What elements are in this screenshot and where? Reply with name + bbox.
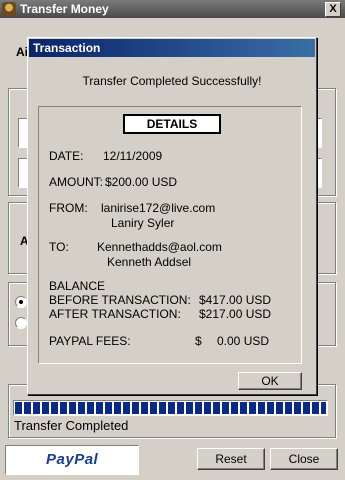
paypal-logo-text: PayPal: [46, 451, 99, 468]
app-icon: [2, 2, 16, 16]
balance-label: BALANCE: [49, 279, 106, 293]
after-transaction-label: AFTER TRANSACTION:: [49, 307, 181, 321]
details-panel: DETAILS DATE: 12/11/2009 AMOUNT: $200.00…: [38, 106, 302, 364]
details-header: DETAILS: [123, 114, 221, 134]
radio-option-2[interactable]: [15, 317, 27, 329]
paypal-logo: PayPal: [5, 445, 139, 475]
window-close-button[interactable]: X: [325, 2, 341, 17]
dialog-message: Transfer Completed Successfully!: [82, 74, 262, 88]
amount-label: AMOUNT:: [49, 175, 103, 189]
progress-fill: [15, 402, 326, 414]
radio-option-1[interactable]: [15, 296, 27, 308]
from-name: Laniry Syler: [111, 216, 175, 230]
paypal-fees-currency: $: [195, 334, 202, 348]
reset-button[interactable]: Reset: [197, 448, 265, 470]
to-email: Kennethadds@aol.com: [97, 240, 222, 254]
paypal-fees-value: 0.00 USD: [217, 334, 270, 348]
to-label: TO:: [49, 240, 69, 254]
paypal-fees-label: PAYPAL FEES:: [49, 334, 131, 348]
before-transaction-value: $417.00 USD: [199, 293, 272, 307]
before-transaction-label: BEFORE TRANSACTION:: [49, 293, 191, 307]
progress-bar: [13, 400, 328, 416]
date-value: 12/11/2009: [103, 149, 163, 163]
to-name: Kenneth Addsel: [107, 255, 192, 269]
background-window-titlebar: Transfer Money X: [0, 0, 345, 18]
ok-button[interactable]: OK: [238, 372, 302, 390]
from-label: FROM:: [49, 201, 88, 215]
status-text: Transfer Completed: [14, 418, 129, 433]
after-transaction-value: $217.00 USD: [199, 307, 272, 321]
amount-value: $200.00 USD: [105, 175, 178, 189]
date-label: DATE:: [49, 149, 84, 163]
transaction-dialog: Transaction Transfer Completed Successfu…: [27, 37, 317, 395]
window-title: Transfer Money: [20, 2, 109, 16]
close-button[interactable]: Close: [270, 448, 338, 470]
dialog-titlebar: Transaction: [29, 39, 315, 57]
from-email: lanirise172@live.com: [101, 201, 216, 215]
dialog-title: Transaction: [33, 41, 101, 55]
